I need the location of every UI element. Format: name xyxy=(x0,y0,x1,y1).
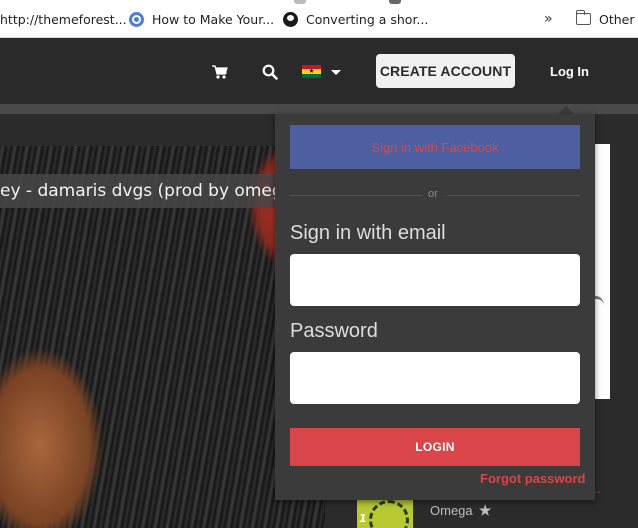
login-link[interactable]: Log In xyxy=(550,64,589,79)
password-input[interactable] xyxy=(290,352,580,404)
password-label: Password xyxy=(290,320,378,342)
or-separator: or xyxy=(428,188,438,200)
bookmark-label: Other B xyxy=(599,11,638,27)
overflow-chevron-icon: » xyxy=(544,11,553,27)
login-button[interactable]: LOGIN xyxy=(290,428,580,466)
bookmark-label: Converting a shor... xyxy=(306,11,429,27)
cart-icon[interactable] xyxy=(212,65,228,79)
bookmark-how-to-make[interactable]: How to Make Your... xyxy=(129,0,274,38)
email-label: Sign in with email xyxy=(290,222,446,244)
star-icon[interactable] xyxy=(478,504,492,516)
track-artist[interactable]: Omega xyxy=(430,503,492,518)
bookmark-label: How to Make Your... xyxy=(152,11,275,27)
track-rank: 1 xyxy=(359,512,367,525)
ghana-flag-icon[interactable] xyxy=(302,65,321,78)
forgot-password-link[interactable]: Forgot password xyxy=(480,471,585,486)
bookmark-label: http://themeforest... xyxy=(0,11,127,27)
hero-caption[interactable]: ey - damaris dvgs (prod by omega xyxy=(0,174,282,208)
search-icon[interactable] xyxy=(262,64,278,80)
bookmarks-overflow-button[interactable]: » xyxy=(544,0,553,38)
folder-icon xyxy=(575,10,591,25)
divider-line xyxy=(290,195,422,196)
github-icon xyxy=(283,11,298,27)
bookmark-folder-other[interactable]: Other B xyxy=(575,0,638,38)
bookmark-converting[interactable]: Converting a shor... xyxy=(283,0,428,38)
header-divider-strip xyxy=(0,104,638,114)
facebook-signin-button[interactable]: Sign in with Facebook xyxy=(290,125,580,169)
artist-name: Omega xyxy=(430,503,473,518)
caret-down-icon[interactable] xyxy=(331,70,341,75)
email-input[interactable] xyxy=(290,254,580,306)
divider-line xyxy=(447,195,580,196)
bookmark-themeforest[interactable]: http://themeforest... xyxy=(0,0,127,38)
create-account-button[interactable]: CREATE ACCOUNT xyxy=(376,54,515,88)
gear-icon xyxy=(129,11,144,27)
bookmarks-bar: http://themeforest... How to Make Your..… xyxy=(0,0,638,38)
